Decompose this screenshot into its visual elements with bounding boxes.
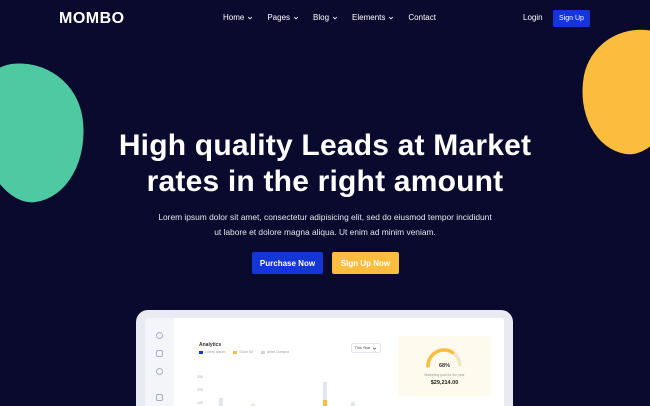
- chevron-down-icon: [332, 16, 338, 19]
- mockup-sidebar: [145, 318, 174, 406]
- top-navbar: MOMBO Home Pages Blog Elements Contact L…: [0, 0, 650, 38]
- download-icon: [156, 394, 163, 401]
- hero-subtitle-line-2: ut labore et dolore magna aliqua. Ut eni…: [214, 227, 436, 237]
- nav-item-pages[interactable]: Pages: [267, 13, 299, 22]
- chevron-down-icon: [293, 16, 299, 19]
- chevron-down-icon: [248, 16, 253, 19]
- clock-icon: [156, 332, 163, 339]
- chevron-down-icon: [373, 347, 377, 350]
- analytics-bar-chart: [219, 382, 355, 406]
- signup-now-button[interactable]: Sign Up Now: [332, 252, 399, 274]
- nav-item-label: Elements: [352, 13, 386, 22]
- nav-item-label: Blog: [313, 13, 330, 22]
- hero-title-line-2: rates in the right amount: [146, 165, 504, 198]
- nav-item-label: Home: [223, 13, 245, 22]
- nav-item-blog[interactable]: Blog: [313, 13, 338, 22]
- nav-item-label: Pages: [267, 13, 291, 22]
- settings-icon: [156, 368, 163, 375]
- chevron-down-icon: [389, 16, 394, 19]
- chart-bar: [351, 402, 355, 406]
- chart-bar: [219, 398, 223, 406]
- chart-legend: Lorem Ipsum Dolor Sit Amet Consect: [199, 350, 289, 354]
- goal-amount: $29,214.00: [430, 380, 459, 386]
- nav-item-home[interactable]: Home: [223, 13, 253, 22]
- goal-stat-card: 68% Marketing goal for the year $29,214.…: [398, 336, 491, 396]
- nav-item-contact[interactable]: Contact: [408, 13, 436, 22]
- hero-subtitle: Lorem ipsum dolor sit amet, consectetur …: [150, 210, 500, 240]
- nav-item-label: Contact: [408, 13, 436, 22]
- y-tick: 200: [197, 388, 203, 392]
- decorative-blob-green: [0, 55, 94, 209]
- y-tick: 300: [197, 375, 203, 379]
- y-tick: 100: [197, 401, 203, 405]
- goal-caption: Marketing goal for the year: [424, 373, 465, 377]
- legend-item: Lorem Ipsum: [199, 350, 225, 354]
- legend-item: Amet Consect: [260, 350, 289, 354]
- dashboard-mockup: Analytics Lorem Ipsum Dolor Sit Amet Con…: [136, 310, 513, 406]
- legend-item: Dolor Sit: [233, 350, 253, 354]
- nav-item-elements[interactable]: Elements: [352, 13, 394, 22]
- chart-icon: [156, 350, 163, 357]
- chart-bar: [323, 400, 327, 406]
- panel-title: Analytics: [199, 342, 222, 348]
- purchase-now-button[interactable]: Purchase Now: [252, 252, 323, 274]
- decorative-blob-yellow: [571, 20, 650, 162]
- brand-name: MOMBO: [59, 10, 125, 27]
- range-select[interactable]: This Year: [351, 343, 381, 353]
- hero-subtitle-line-1: Lorem ipsum dolor sit amet, consectetur …: [158, 212, 492, 222]
- brand-logo[interactable]: MOMBO: [59, 10, 125, 28]
- hero-title-line-1: High quality Leads at Market: [118, 129, 532, 162]
- range-select-value: This Year: [354, 346, 371, 350]
- hero-title: High quality Leads at Market rates in th…: [100, 128, 550, 200]
- login-link[interactable]: Login: [523, 13, 543, 22]
- goal-percent: 68%: [438, 363, 450, 369]
- main-menu: Home Pages Blog Elements Contact: [223, 13, 436, 22]
- signup-button[interactable]: Sign Up: [553, 10, 590, 27]
- mockup-screen: Analytics Lorem Ipsum Dolor Sit Amet Con…: [145, 318, 504, 406]
